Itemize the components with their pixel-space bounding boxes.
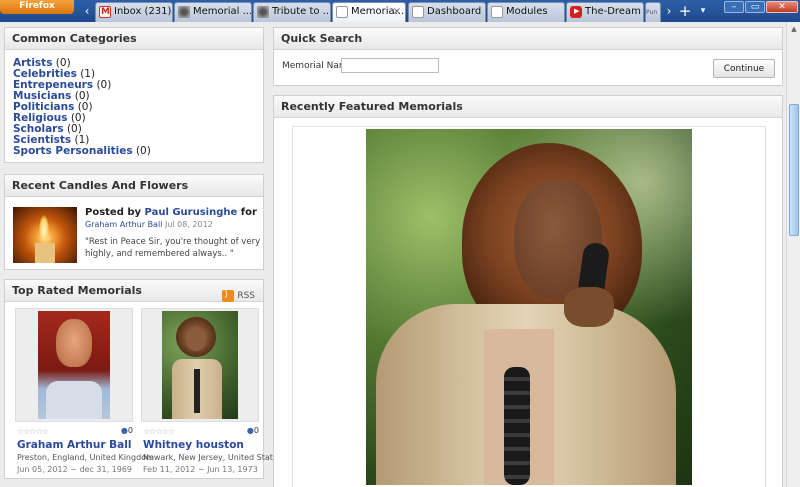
- portrait-shirt: [46, 381, 102, 419]
- tab-the-dream[interactable]: ▶ The-Dream ...: [566, 2, 644, 22]
- tab-title: The-Dream ...: [585, 6, 643, 17]
- minimize-button[interactable]: –: [724, 1, 744, 13]
- tab-modules[interactable]: Modules: [487, 2, 565, 22]
- tab-tribute[interactable]: Tribute to ...: [253, 2, 331, 22]
- featured-photo-frame: [292, 126, 766, 487]
- memorial-dates: Jun 05, 2012 ~ dec 31, 1969: [17, 465, 133, 474]
- new-tab-button[interactable]: +: [678, 3, 692, 19]
- memorial-place: Preston, England, United Kingdom: [17, 453, 154, 462]
- tab-memorial-active[interactable]: Memoria... ×: [332, 2, 406, 22]
- tab-title: Dashboard: [427, 6, 482, 17]
- memorial-card[interactable]: ☆☆☆☆☆ ●0 Graham Arthur Ball Preston, Eng…: [15, 308, 154, 474]
- top-rated-header: Top Rated Memorials ) RSS: [5, 280, 263, 302]
- candle-author-link[interactable]: Paul Gurusinghe: [145, 207, 238, 218]
- scrollbar-thumb[interactable]: [789, 104, 799, 236]
- tab-title: Inbox (231) ...: [114, 6, 172, 17]
- tab-scroll-left-icon[interactable]: ‹: [80, 3, 94, 19]
- tree-favicon-icon: [257, 6, 269, 18]
- candle-target-line: Graham Arthur Ball Jul 08, 2012: [85, 220, 213, 229]
- recent-candles-panel: Recent Candles And Flowers Posted by Pau…: [4, 174, 264, 270]
- candle-message: "Rest in Peace Sir, you're thought of ve…: [85, 237, 261, 259]
- page-favicon-icon: [336, 6, 348, 18]
- candle-count: ●0: [247, 426, 259, 435]
- posted-by-label: Posted by: [85, 207, 142, 218]
- tab-scroll-right-icon[interactable]: ›: [662, 3, 676, 19]
- close-window-button[interactable]: ✕: [766, 1, 798, 13]
- tab-title: Pun: [646, 9, 658, 16]
- vertical-scrollbar[interactable]: ▲: [786, 22, 800, 487]
- top-rated-panel: Top Rated Memorials ) RSS ☆☆☆☆☆ ●0 Graha…: [4, 279, 278, 479]
- portrait-scarf: [194, 369, 200, 413]
- memorial-name-input[interactable]: [341, 58, 439, 73]
- common-categories-heading: Common Categories: [5, 28, 263, 50]
- person-icon: ●: [246, 426, 254, 435]
- candle-post-header: Posted by Paul Gurusinghe for: [85, 207, 261, 218]
- featured-photo[interactable]: [366, 129, 692, 485]
- memorial-photo[interactable]: [141, 308, 259, 422]
- candle-count-value: 0: [127, 426, 133, 435]
- tree-favicon-icon: [178, 6, 190, 18]
- photo-hand: [564, 287, 614, 327]
- rating-stars[interactable]: ☆☆☆☆☆: [143, 427, 175, 436]
- list-all-tabs-icon[interactable]: ▾: [696, 3, 710, 19]
- tab-memorial[interactable]: Memorial ...: [174, 2, 252, 22]
- category-count: (0): [96, 79, 112, 91]
- page-favicon-icon: [412, 6, 424, 18]
- tab-title: Modules: [506, 6, 548, 17]
- tab-dashboard[interactable]: Dashboard: [408, 2, 486, 22]
- featured-memorials-panel: Recently Featured Memorials: [273, 95, 783, 487]
- candle-date: Jul 08, 2012: [164, 220, 213, 229]
- candle-memorial-link[interactable]: Graham Arthur Ball: [85, 220, 162, 229]
- memorial-dates: Feb 11, 2012 ~ Jun 13, 1973: [143, 465, 258, 474]
- memorial-card[interactable]: ☆☆☆☆☆ ●0 Whitney houston Newark, New Jer…: [141, 308, 278, 474]
- common-categories-panel: Common Categories Artists (0) Celebritie…: [4, 27, 264, 163]
- youtube-icon: ▶: [570, 6, 582, 18]
- tab-inbox[interactable]: M Inbox (231) ...: [95, 2, 173, 22]
- quick-search-heading: Quick Search: [274, 28, 782, 50]
- gmail-icon: M: [99, 6, 111, 18]
- portrait-face: [186, 327, 206, 351]
- rating-stars[interactable]: ☆☆☆☆☆: [17, 427, 49, 436]
- candle-image[interactable]: [13, 207, 77, 263]
- continue-button[interactable]: Continue: [713, 59, 775, 78]
- rss-link[interactable]: ) RSS: [222, 285, 255, 307]
- category-link[interactable]: Sports Personalities: [13, 145, 133, 157]
- recent-candles-heading: Recent Candles And Flowers: [5, 175, 263, 197]
- maximize-button[interactable]: ▭: [745, 1, 765, 13]
- quick-search-panel: Quick Search Memorial Name Continue: [273, 27, 783, 86]
- candle-count-value: 0: [253, 426, 259, 435]
- memorial-name-link[interactable]: Whitney houston: [143, 439, 244, 451]
- tab-pun[interactable]: Pun: [645, 2, 661, 22]
- person-icon: ●: [120, 426, 128, 435]
- firefox-menu-button[interactable]: Firefox: [0, 0, 74, 14]
- category-item[interactable]: Sports Personalities (0): [13, 146, 263, 157]
- rss-icon: ): [222, 290, 235, 302]
- featured-memorials-heading: Recently Featured Memorials: [274, 96, 782, 118]
- memorial-place: Newark, New Jersey, United State: [143, 453, 278, 462]
- photo-scarf: [504, 367, 530, 485]
- portrait-face: [56, 319, 92, 367]
- scroll-up-arrow-icon[interactable]: ▲: [789, 24, 799, 34]
- for-label: for: [240, 207, 257, 218]
- category-count: (0): [135, 145, 151, 157]
- page-favicon-icon: [491, 6, 503, 18]
- candle-body: [35, 243, 55, 263]
- top-rated-heading: Top Rated Memorials: [12, 284, 142, 297]
- memorial-name-link[interactable]: Graham Arthur Ball: [17, 439, 131, 451]
- candle-count: ●0: [121, 426, 133, 435]
- browser-tab-bar: Firefox ‹ M Inbox (231) ... Memorial ...…: [0, 0, 800, 22]
- close-tab-icon[interactable]: ×: [393, 3, 401, 21]
- rss-label: RSS: [237, 291, 255, 301]
- tab-title: Tribute to ...: [272, 6, 331, 17]
- category-list: Artists (0) Celebrities (1) Entrepeneurs…: [5, 50, 263, 157]
- memorial-photo[interactable]: [15, 308, 133, 422]
- tab-title: Memorial ...: [193, 6, 252, 17]
- candle-flame-icon: [39, 215, 49, 241]
